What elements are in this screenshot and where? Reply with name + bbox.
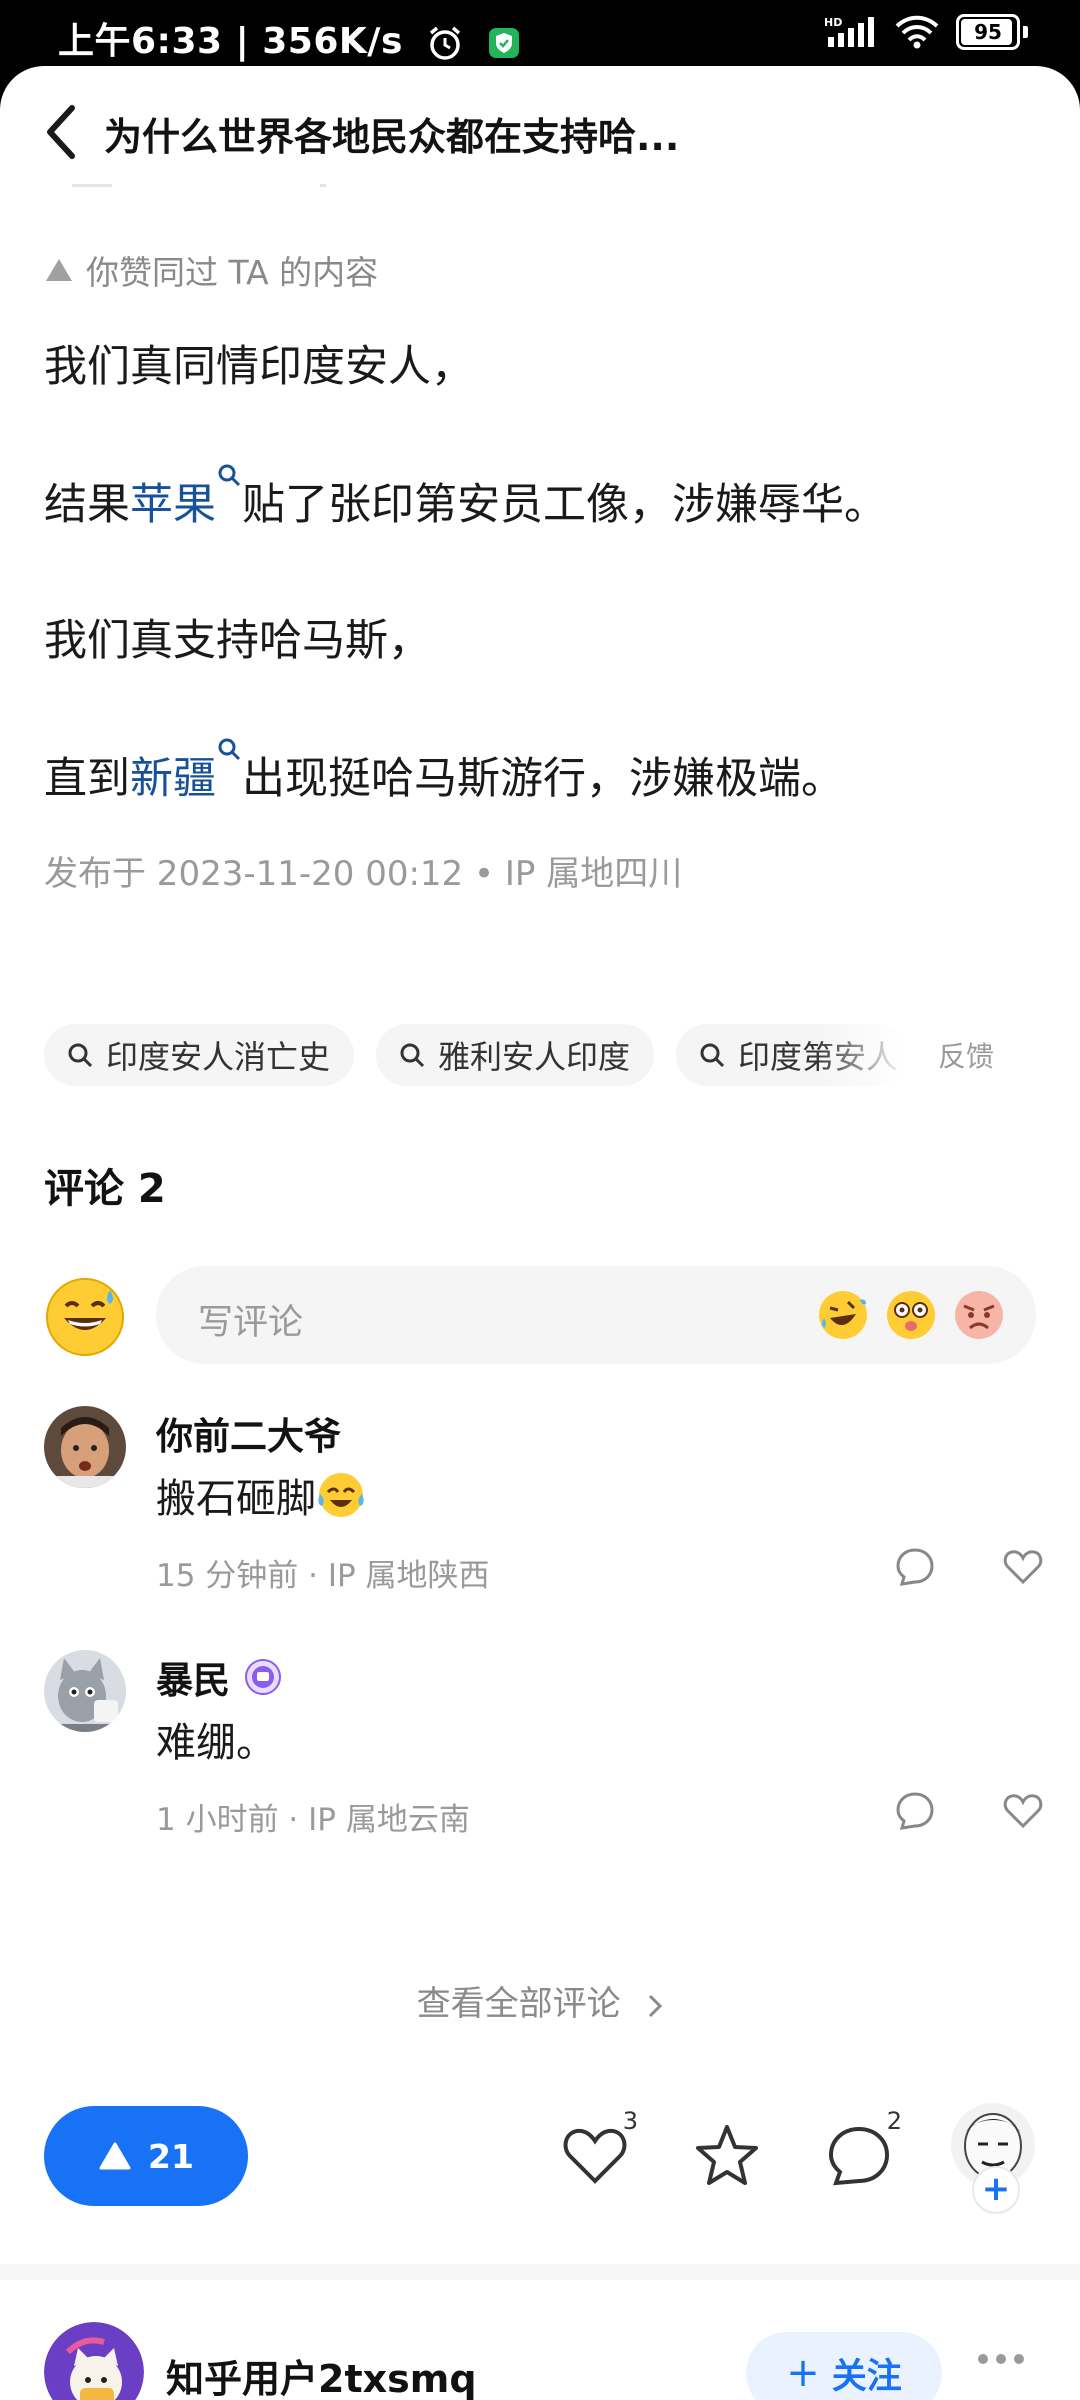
comment-button[interactable]: 2	[824, 2107, 902, 2191]
comment-author[interactable]: 你前二大爷	[156, 1406, 341, 1460]
top-bar: 为什么世界各地民众都在支持哈...	[0, 66, 1080, 190]
comment-author[interactable]: 暴民	[156, 1650, 282, 1704]
crying-laughing-emoji-icon	[318, 1473, 364, 1517]
heart-icon[interactable]	[1002, 1546, 1044, 1588]
answer-line-2: 结果苹果 贴了张印第安员工像，涉嫌辱华。	[44, 464, 887, 532]
keyword-link-xinjiang[interactable]: 新疆	[130, 754, 216, 804]
comment-text: 难绷。	[156, 1720, 276, 1766]
liked-notice: 你赞同过 TA 的内容	[44, 246, 378, 294]
search-icon[interactable]	[216, 736, 242, 762]
more-options-icon[interactable]	[978, 2354, 1024, 2364]
search-icon	[400, 1043, 425, 1068]
shield-check-icon	[488, 28, 519, 58]
avatar[interactable]	[44, 1650, 126, 1732]
search-icon	[68, 1043, 93, 1068]
related-search-chips: 印度安人消亡史 雅利安人印度 印度第安人 反馈	[44, 1024, 1044, 1086]
section-divider	[0, 2264, 1080, 2280]
heart-icon[interactable]	[1002, 1790, 1044, 1832]
comments-title: 评论 2	[44, 1166, 166, 1212]
upvote-triangle-icon	[99, 2142, 131, 2170]
publish-meta: 发布于 2023-11-20 00:12 • IP 属地四川	[44, 854, 683, 894]
star-icon	[696, 2125, 758, 2185]
comment-count: 2	[886, 2107, 902, 2135]
next-author-name[interactable]: 知乎用户2txsmq	[166, 2348, 477, 2400]
chevron-right-icon	[649, 1994, 663, 2017]
wifi-icon	[895, 15, 939, 49]
angry-face-emoji-icon[interactable]	[952, 1288, 1006, 1342]
back-arrow-icon[interactable]	[40, 102, 80, 162]
status-right: HD 95	[824, 14, 1028, 50]
scroll-fade-remnant	[72, 184, 352, 188]
comment-item: 暴民 难绷。 1 小时前 · IP 属地云南	[44, 1650, 1044, 1850]
search-icon[interactable]	[216, 462, 242, 488]
status-left: 上午6:33 | 356K/s	[58, 12, 521, 64]
comment-meta: 1 小时前 · IP 属地云南	[156, 1802, 470, 1838]
related-chip[interactable]: 雅利安人印度	[376, 1024, 655, 1086]
answer-sheet: 为什么世界各地民众都在支持哈... 你赞同过 TA 的内容 我们真同情印度安人，…	[0, 66, 1080, 2400]
view-all-comments[interactable]: 查看全部评论	[0, 1976, 1080, 2025]
status-bar: 上午6:33 | 356K/s HD 95	[0, 0, 1080, 76]
comment-item: 你前二大爷 搬石砸脚 15 分钟前 · IP 属地陕西	[44, 1406, 1044, 1606]
like-count: 3	[622, 2107, 638, 2135]
status-time-speed: 上午6:33 | 356K/s	[58, 21, 403, 62]
follow-plus-icon[interactable]: +	[972, 2166, 1020, 2214]
comment-placeholder: 写评论	[198, 1303, 304, 1343]
comment-meta: 15 分钟前 · IP 属地陕西	[156, 1558, 490, 1594]
related-chip[interactable]: 印度安人消亡史	[44, 1024, 355, 1086]
battery-indicator: 95	[956, 14, 1020, 50]
quick-emoji-bar	[816, 1288, 1006, 1342]
search-icon	[700, 1043, 725, 1068]
avatar[interactable]	[44, 2322, 144, 2400]
signal-icon: HD	[824, 16, 874, 47]
svg-text:HD: HD	[824, 16, 842, 29]
like-button[interactable]: 3	[560, 2107, 638, 2191]
feedback-link[interactable]: 反馈	[938, 1035, 994, 1075]
reply-bubble-icon[interactable]	[894, 1790, 936, 1832]
comment-text: 搬石砸脚	[156, 1466, 366, 1524]
favorite-button[interactable]	[692, 2121, 762, 2191]
upvote-button[interactable]: 21	[44, 2106, 248, 2206]
reply-bubble-icon[interactable]	[894, 1546, 936, 1588]
answer-line-3: 我们真支持哈马斯，	[44, 616, 431, 666]
comment-input[interactable]: 写评论	[156, 1266, 1036, 1364]
related-chip[interactable]: 印度第安人	[676, 1024, 907, 1086]
question-title[interactable]: 为什么世界各地民众都在支持哈...	[104, 106, 679, 161]
dizzy-face-emoji-icon[interactable]	[884, 1288, 938, 1342]
comment-actions	[894, 1546, 1044, 1588]
answer-line-1: 我们真同情印度安人，	[44, 342, 474, 392]
comment-bubble-icon	[828, 2126, 890, 2186]
member-badge-icon	[245, 1659, 281, 1695]
keyword-link-apple[interactable]: 苹果	[130, 480, 216, 530]
rofl-emoji-icon[interactable]	[816, 1288, 870, 1342]
alarm-icon	[429, 26, 461, 60]
follow-button[interactable]: + 关注	[746, 2332, 942, 2400]
heart-icon	[563, 2128, 627, 2184]
answer-line-4: 直到新疆 出现挺哈马斯游行，涉嫌极端。	[44, 738, 844, 806]
grinning-sweat-emoji-icon[interactable]	[44, 1276, 126, 1358]
upvote-triangle-icon	[46, 259, 72, 281]
avatar[interactable]	[44, 1406, 126, 1488]
comment-actions	[894, 1790, 1044, 1832]
